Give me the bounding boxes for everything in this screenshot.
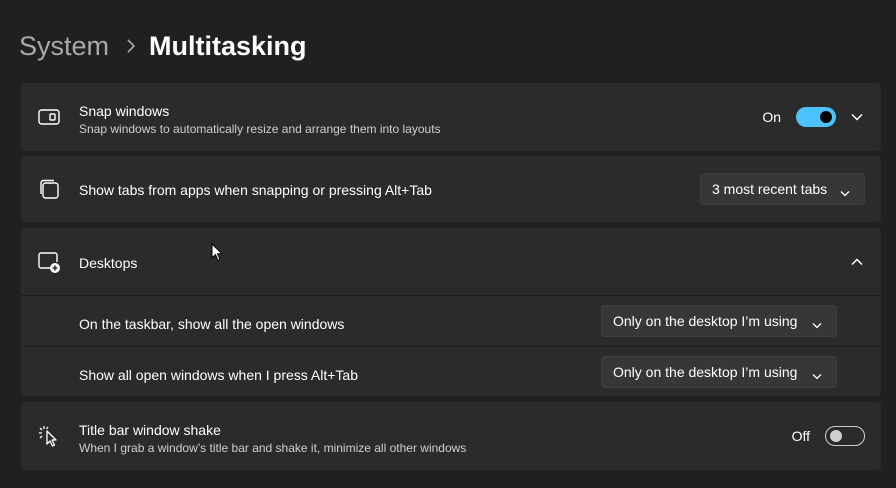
show-tabs-dropdown[interactable]: 3 most recent tabs bbox=[700, 173, 865, 205]
chevron-down-icon bbox=[840, 184, 850, 200]
chevron-down-icon bbox=[812, 316, 822, 332]
window-shake-icon bbox=[37, 424, 61, 448]
title-bar-shake-card: Title bar window shake When I grab a win… bbox=[21, 402, 881, 470]
alt-tab-open-windows-text: Show all open windows when I press Alt+T… bbox=[79, 366, 358, 384]
desktops-text: Desktops bbox=[79, 254, 137, 272]
taskbar-open-windows-dropdown[interactable]: Only on the desktop I’m using bbox=[601, 305, 837, 337]
title-bar-shake-toggle-label: Off bbox=[791, 428, 810, 444]
title-bar-shake-toggle[interactable] bbox=[825, 426, 865, 446]
chevron-down-icon bbox=[812, 367, 822, 383]
virtual-desktop-icon bbox=[37, 250, 61, 274]
show-tabs-card: Show tabs from apps when snapping or pre… bbox=[21, 156, 881, 222]
title-bar-shake-text: Title bar window shake When I grab a win… bbox=[79, 421, 466, 456]
desktops-title: Desktops bbox=[79, 255, 138, 271]
breadcrumb-system-link[interactable]: System bbox=[19, 28, 109, 64]
title-bar-shake-toggle-group: Off bbox=[792, 426, 865, 446]
show-tabs-selected: 3 most recent tabs bbox=[712, 181, 828, 197]
snap-windows-text: Snap windows Snap windows to automatical… bbox=[79, 102, 441, 137]
breadcrumb: System Multitasking bbox=[19, 28, 307, 64]
snap-windows-toggle[interactable] bbox=[796, 107, 836, 127]
divider bbox=[21, 295, 881, 296]
snap-windows-card[interactable]: Snap windows Snap windows to automatical… bbox=[21, 83, 881, 151]
breadcrumb-chevron-icon bbox=[126, 39, 136, 53]
show-tabs-text: Show tabs from apps when snapping or pre… bbox=[79, 181, 432, 199]
alt-tab-open-windows-dropdown[interactable]: Only on the desktop I’m using bbox=[601, 356, 837, 388]
title-bar-shake-title: Title bar window shake bbox=[79, 422, 221, 438]
snap-windows-icon bbox=[37, 105, 61, 129]
show-tabs-title: Show tabs from apps when snapping or pre… bbox=[79, 182, 432, 198]
snap-windows-toggle-label: On bbox=[762, 109, 781, 125]
toggle-knob bbox=[820, 111, 832, 123]
mouse-pointer-icon bbox=[211, 242, 224, 267]
toggle-knob bbox=[830, 430, 842, 442]
snap-windows-description: Snap windows to automatically resize and… bbox=[79, 122, 441, 136]
title-bar-shake-description: When I grab a window’s title bar and sha… bbox=[79, 441, 467, 455]
alt-tab-open-windows-selected: Only on the desktop I’m using bbox=[613, 364, 798, 380]
taskbar-open-windows-label: On the taskbar, show all the open window… bbox=[79, 316, 345, 332]
desktops-card: Desktops On the taskbar, show all the op… bbox=[21, 228, 881, 396]
snap-windows-title: Snap windows bbox=[79, 103, 170, 119]
alt-tab-open-windows-label: Show all open windows when I press Alt+T… bbox=[79, 367, 358, 383]
tabs-icon bbox=[37, 177, 61, 201]
page-title: Multitasking bbox=[149, 31, 307, 61]
taskbar-open-windows-text: On the taskbar, show all the open window… bbox=[79, 315, 344, 333]
snap-windows-toggle-group: On bbox=[762, 107, 836, 127]
taskbar-open-windows-selected: Only on the desktop I’m using bbox=[613, 313, 798, 329]
expand-chevron-down-icon[interactable] bbox=[845, 105, 869, 129]
collapse-chevron-up-icon[interactable] bbox=[845, 250, 869, 274]
divider bbox=[21, 346, 881, 347]
